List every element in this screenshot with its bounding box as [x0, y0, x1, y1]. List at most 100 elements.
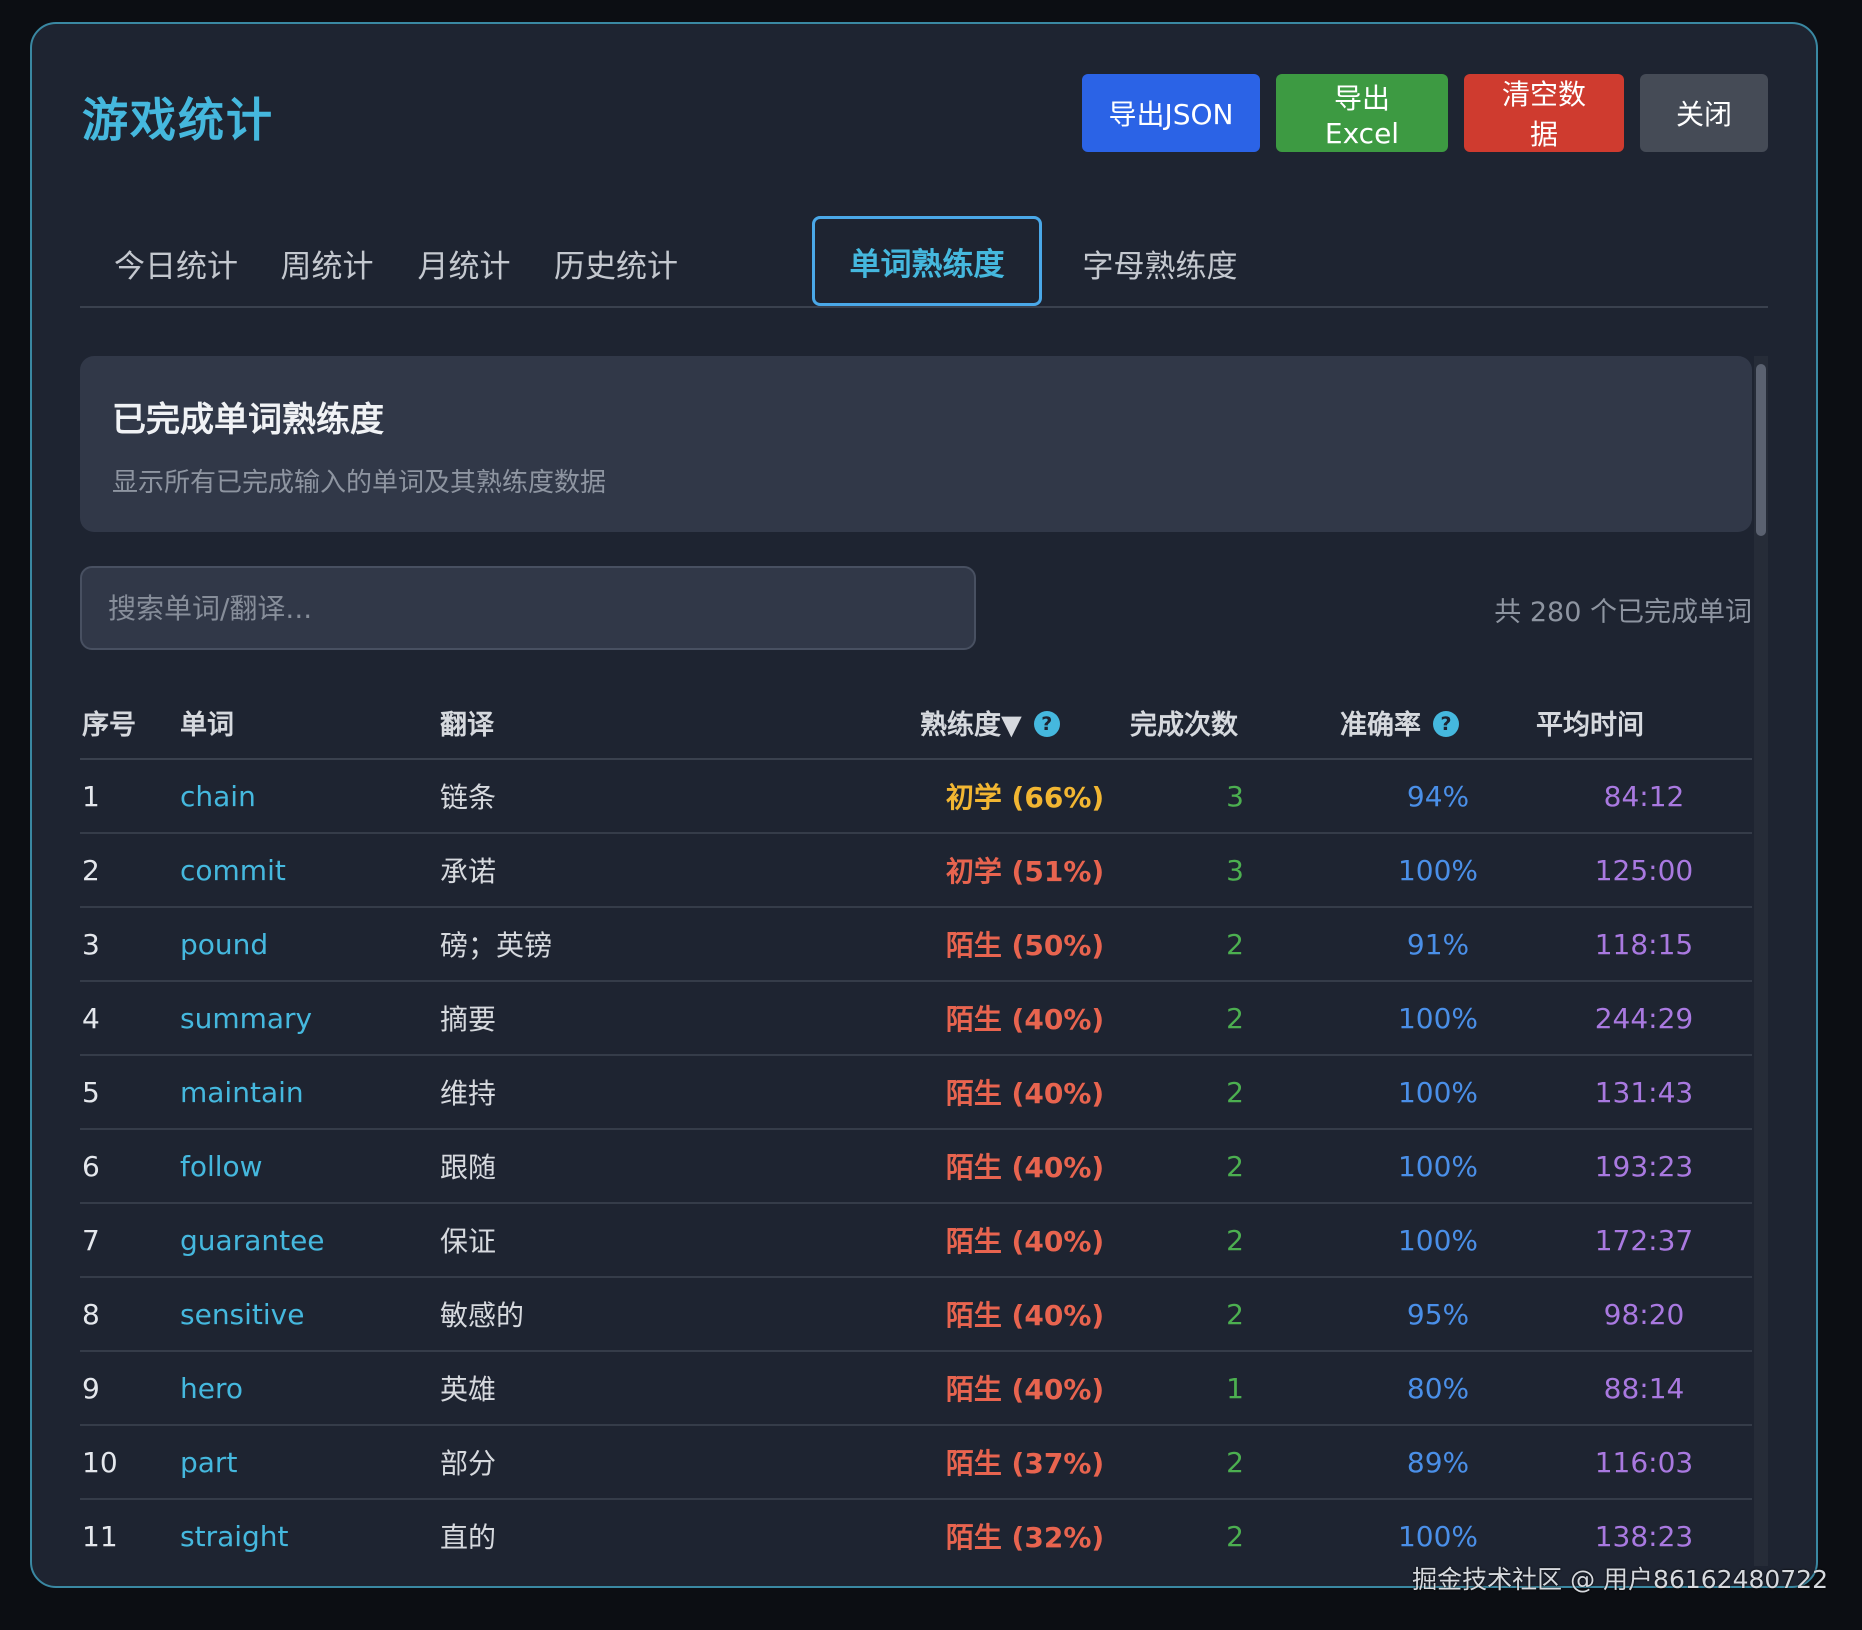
- export-json-button[interactable]: 导出JSON: [1082, 74, 1260, 152]
- cell-avg-time: 244:29: [1536, 981, 1752, 1056]
- cell-accuracy: 94%: [1340, 759, 1536, 834]
- tab-bar: 今日统计 周统计 月统计 历史统计 单词熟练度 字母熟练度: [80, 196, 1768, 308]
- tab-letter-proficiency[interactable]: 字母熟练度: [1058, 220, 1262, 306]
- cell-index: 5: [80, 1055, 180, 1130]
- cell-avg-time: 84:12: [1536, 759, 1752, 834]
- cell-word[interactable]: follow: [180, 1129, 440, 1204]
- cell-word[interactable]: chain: [180, 759, 440, 834]
- table-row: 6 follow 跟随 陌生 (40%) 2 100% 193:23: [80, 1129, 1752, 1204]
- table-row: 10 part 部分 陌生 (37%) 2 89% 116:03: [80, 1425, 1752, 1500]
- tab-history[interactable]: 历史统计: [532, 220, 700, 306]
- cell-avg-time: 118:15: [1536, 907, 1752, 982]
- header-avg-time[interactable]: 平均时间: [1536, 686, 1752, 760]
- cell-avg-time: 131:43: [1536, 1055, 1752, 1130]
- cell-accuracy: 91%: [1340, 907, 1536, 982]
- cell-word[interactable]: summary: [180, 981, 440, 1056]
- cell-completions: 3: [1130, 759, 1340, 834]
- cell-word[interactable]: commit: [180, 833, 440, 908]
- cell-avg-time: 172:37: [1536, 1203, 1752, 1278]
- cell-translation: 磅；英镑: [440, 907, 920, 982]
- content-scrollbar[interactable]: [1754, 356, 1768, 1566]
- cell-translation: 维持: [440, 1055, 920, 1130]
- cell-translation: 敏感的: [440, 1277, 920, 1352]
- cell-proficiency: 陌生 (40%): [920, 981, 1130, 1056]
- cell-accuracy: 100%: [1340, 1203, 1536, 1278]
- cell-avg-time: 98:20: [1536, 1277, 1752, 1352]
- completed-word-count: 共 280 个已完成单词: [1494, 597, 1752, 628]
- cell-translation: 跟随: [440, 1129, 920, 1204]
- cell-completions: 3: [1130, 833, 1340, 908]
- cell-translation: 保证: [440, 1203, 920, 1278]
- watermark: 掘金技术社区 @ 用户86162480722: [1412, 1565, 1828, 1594]
- tab-word-proficiency[interactable]: 单词熟练度: [812, 216, 1042, 306]
- cell-avg-time: 193:23: [1536, 1129, 1752, 1204]
- table-row: 1 chain 链条 初学 (66%) 3 94% 84:12: [80, 759, 1752, 834]
- cell-index: 6: [80, 1129, 180, 1204]
- cell-completions: 2: [1130, 981, 1340, 1056]
- stats-dialog: 游戏统计 导出JSON 导出Excel 清空数据 关闭 今日统计 周统计 月统计…: [30, 22, 1818, 1588]
- close-button[interactable]: 关闭: [1640, 74, 1768, 152]
- section-header-card: 已完成单词熟练度 显示所有已完成输入的单词及其熟练度数据: [80, 356, 1752, 532]
- header-translation[interactable]: 翻译: [440, 686, 920, 760]
- word-table-body: 1 chain 链条 初学 (66%) 3 94% 84:12 2 commit…: [80, 759, 1752, 1566]
- cell-word[interactable]: straight: [180, 1499, 440, 1566]
- cell-completions: 2: [1130, 1055, 1340, 1130]
- cell-accuracy: 95%: [1340, 1277, 1536, 1352]
- word-proficiency-content: 已完成单词熟练度 显示所有已完成输入的单词及其熟练度数据 共 280 个已完成单…: [80, 336, 1752, 1566]
- scrollbar-thumb[interactable]: [1756, 364, 1766, 536]
- cell-proficiency: 陌生 (40%): [920, 1055, 1130, 1130]
- cell-word[interactable]: guarantee: [180, 1203, 440, 1278]
- cell-proficiency: 初学 (51%): [920, 833, 1130, 908]
- cell-proficiency: 陌生 (40%): [920, 1277, 1130, 1352]
- cell-translation: 承诺: [440, 833, 920, 908]
- accuracy-help-icon[interactable]: ?: [1433, 711, 1459, 737]
- cell-translation: 直的: [440, 1499, 920, 1566]
- header-completions[interactable]: 完成次数: [1130, 686, 1340, 760]
- header-proficiency-label[interactable]: 熟练度▼: [920, 710, 1022, 741]
- header-accuracy-label[interactable]: 准确率: [1340, 710, 1421, 741]
- cell-accuracy: 100%: [1340, 981, 1536, 1056]
- cell-proficiency: 初学 (66%): [920, 759, 1130, 834]
- export-excel-button[interactable]: 导出Excel: [1276, 74, 1448, 152]
- header-accuracy[interactable]: 准确率?: [1340, 686, 1536, 760]
- cell-avg-time: 88:14: [1536, 1351, 1752, 1426]
- table-row: 5 maintain 维持 陌生 (40%) 2 100% 131:43: [80, 1055, 1752, 1130]
- cell-proficiency: 陌生 (37%): [920, 1425, 1130, 1500]
- header-proficiency[interactable]: 熟练度▼?: [920, 686, 1130, 760]
- tab-today[interactable]: 今日统计: [94, 220, 258, 306]
- cell-accuracy: 89%: [1340, 1425, 1536, 1500]
- cell-word[interactable]: part: [180, 1425, 440, 1500]
- cell-proficiency: 陌生 (40%): [920, 1203, 1130, 1278]
- dialog-title: 游戏统计: [82, 93, 274, 147]
- table-row: 9 hero 英雄 陌生 (40%) 1 80% 88:14: [80, 1351, 1752, 1426]
- cell-index: 8: [80, 1277, 180, 1352]
- cell-completions: 2: [1130, 1203, 1340, 1278]
- cell-completions: 1: [1130, 1351, 1340, 1426]
- table-header-row: 序号 单词 翻译 熟练度▼? 完成次数 准确率? 平均时间: [80, 686, 1752, 760]
- cell-accuracy: 100%: [1340, 833, 1536, 908]
- cell-completions: 2: [1130, 1277, 1340, 1352]
- search-input[interactable]: [80, 566, 976, 650]
- cell-index: 9: [80, 1351, 180, 1426]
- header-word[interactable]: 单词: [180, 686, 440, 760]
- cell-completions: 2: [1130, 1129, 1340, 1204]
- cell-word[interactable]: hero: [180, 1351, 440, 1426]
- cell-translation: 摘要: [440, 981, 920, 1056]
- cell-index: 3: [80, 907, 180, 982]
- header-index[interactable]: 序号: [80, 686, 180, 760]
- cell-word[interactable]: sensitive: [180, 1277, 440, 1352]
- tab-week[interactable]: 周统计: [258, 220, 396, 306]
- cell-proficiency: 陌生 (40%): [920, 1351, 1130, 1426]
- clear-data-button[interactable]: 清空数据: [1464, 74, 1624, 152]
- cell-index: 2: [80, 833, 180, 908]
- tab-month[interactable]: 月统计: [396, 220, 532, 306]
- cell-word[interactable]: pound: [180, 907, 440, 982]
- section-title: 已完成单词熟练度: [112, 400, 384, 440]
- table-row: 4 summary 摘要 陌生 (40%) 2 100% 244:29: [80, 981, 1752, 1056]
- cell-word[interactable]: maintain: [180, 1055, 440, 1130]
- proficiency-help-icon[interactable]: ?: [1033, 711, 1060, 737]
- cell-index: 11: [80, 1499, 180, 1566]
- cell-translation: 链条: [440, 759, 920, 834]
- cell-index: 7: [80, 1203, 180, 1278]
- table-row: 7 guarantee 保证 陌生 (40%) 2 100% 172:37: [80, 1203, 1752, 1278]
